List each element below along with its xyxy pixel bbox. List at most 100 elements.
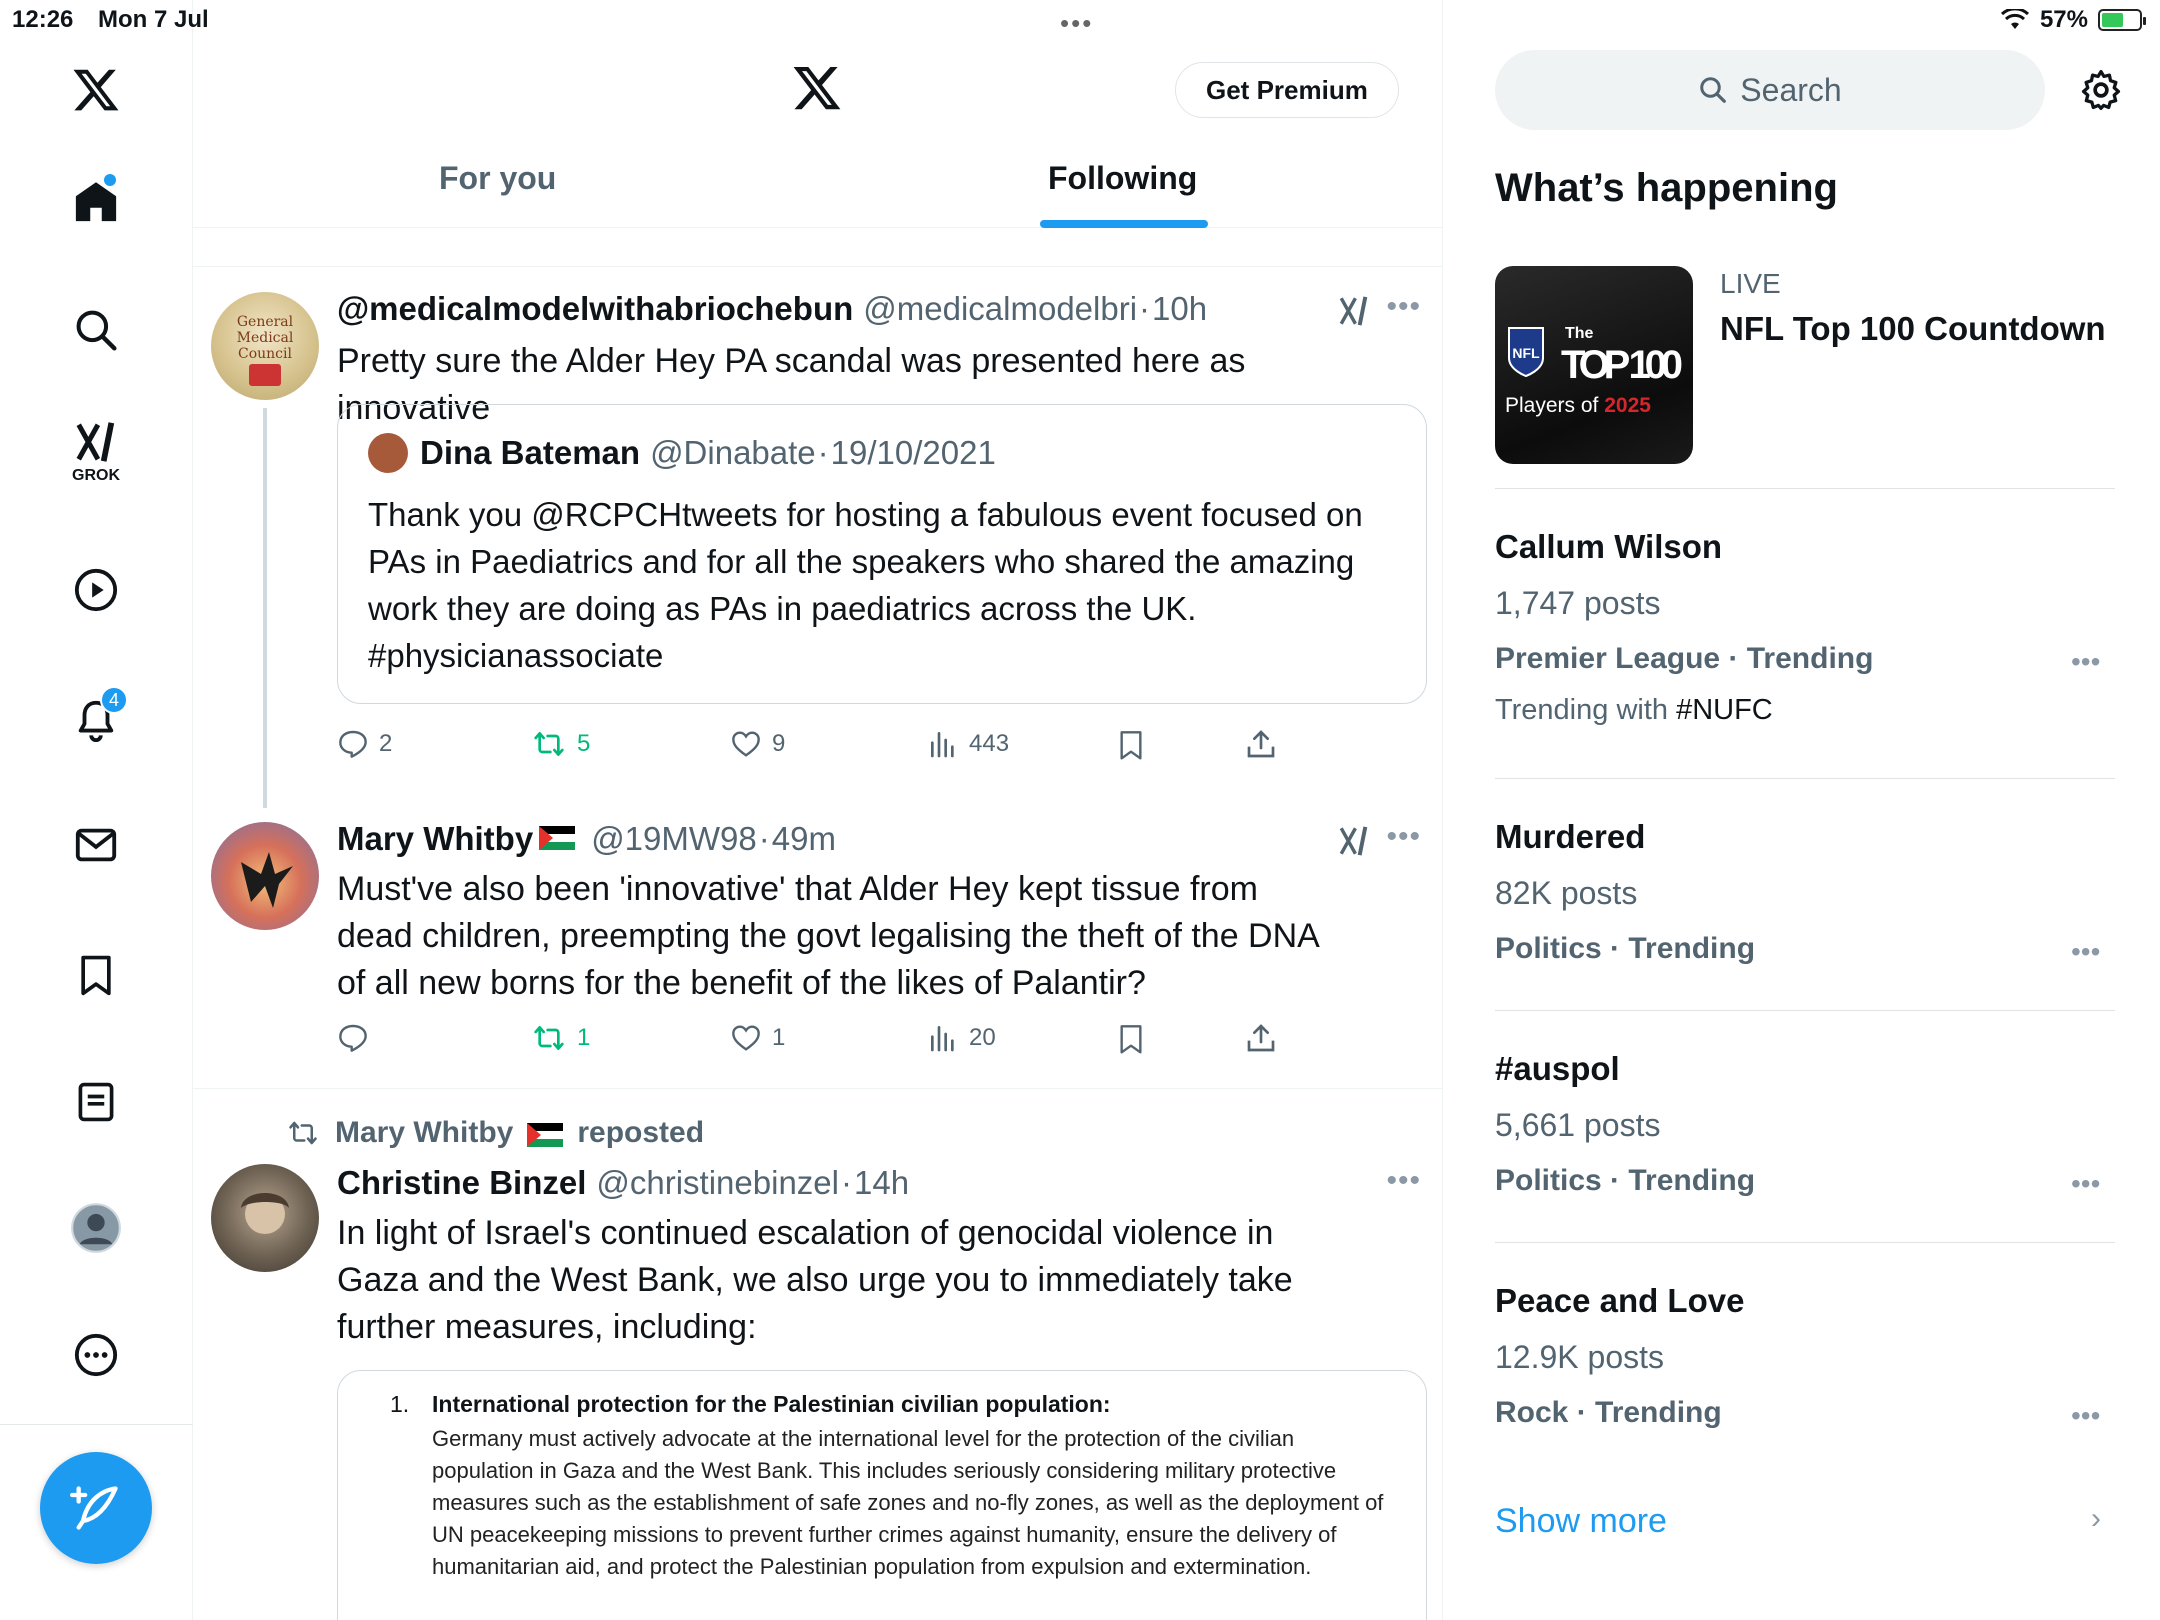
status-time: 12:26 [12, 6, 74, 33]
quote-avatar [368, 433, 408, 473]
bookmark-icon [1120, 1025, 1142, 1054]
trend-with: Trending with #NUFC [1495, 694, 1773, 727]
author-handle[interactable]: @medicalmodelbri [863, 290, 1137, 328]
author-handle[interactable]: @19MW98 [591, 820, 757, 858]
search-icon[interactable] [56, 290, 136, 370]
repost-button[interactable]: 5 [531, 728, 590, 760]
more-icon[interactable] [56, 1315, 136, 1395]
trend-name[interactable]: Callum Wilson [1495, 528, 1722, 566]
status-date: Mon 7 Jul [98, 6, 209, 33]
tweet-more-icon[interactable]: ••• [1386, 820, 1421, 854]
reposter-name: Mary Whitby [335, 1116, 514, 1149]
search-input[interactable]: Search [1495, 50, 2045, 130]
trend-more-icon[interactable]: ••• [2071, 1168, 2100, 1200]
bookmark-icon [1120, 731, 1142, 760]
tweet-time[interactable]: 14h [854, 1164, 909, 1202]
tweet-more-icon[interactable]: ••• [1386, 1164, 1421, 1198]
multitask-dots-icon[interactable]: ••• [1060, 8, 1093, 39]
author-name[interactable]: @medicalmodelwithabriochebun [337, 290, 853, 328]
doc-item-number: 1. [390, 1391, 410, 1417]
attached-document-image[interactable]: 1. International protection for the Pale… [337, 1370, 1427, 1620]
tab-following[interactable]: Following [1048, 160, 1197, 197]
repost-attribution[interactable]: Mary Whitby reposted [285, 1116, 704, 1150]
rail-divider [0, 1424, 193, 1425]
show-more-link[interactable]: Show more [1495, 1502, 1667, 1541]
avatar[interactable] [211, 822, 319, 930]
players-of-text: Players of [1505, 394, 1604, 417]
tweet-separator [193, 266, 1442, 267]
trend-context: Premier League · Trending [1495, 642, 1874, 675]
tweet-header: Christine Binzel @christinebinzel · 14h [337, 1164, 909, 1202]
get-premium-button[interactable]: Get Premium [1175, 62, 1399, 118]
trend-more-icon[interactable]: ••• [2071, 1400, 2100, 1432]
grok-label: GROK [72, 467, 120, 484]
tab-for-you[interactable]: For you [439, 160, 556, 197]
x-logo-icon[interactable] [56, 50, 136, 130]
meta-separator: · [817, 434, 829, 471]
tweet-header: @medicalmodelwithabriochebun @medicalmod… [337, 290, 1207, 328]
bookmarks-icon[interactable] [56, 935, 136, 1015]
share-button[interactable] [1245, 1022, 1277, 1054]
trend-name[interactable]: Peace and Love [1495, 1282, 1744, 1320]
trend-more-icon[interactable]: ••• [2071, 936, 2100, 968]
settings-gear-icon[interactable] [2079, 68, 2123, 117]
trend-with-label: Trending with [1495, 694, 1677, 726]
reply-icon [339, 1024, 367, 1052]
tweet-header: Mary Whitby @19MW98 · 49m [337, 820, 836, 858]
trend-more-icon[interactable]: ••• [2071, 646, 2100, 678]
tweet-time[interactable]: 49m [772, 820, 836, 858]
chevron-right-icon[interactable]: › [2091, 1502, 2101, 1536]
repost-button[interactable]: 1 [531, 1022, 590, 1054]
profile-icon[interactable] [56, 1188, 136, 1268]
tweet-text: Must've also been 'innovative' that Alde… [337, 870, 1318, 1002]
palestine-flag-icon [539, 820, 576, 850]
nfl-top100-thumbnail[interactable]: NFL The TOP 100 Players of 2025 [1495, 266, 1693, 464]
author-handle[interactable]: @christinebinzel [596, 1164, 839, 1202]
svg-text:Medical: Medical [237, 330, 294, 346]
tweet-time[interactable]: 10h [1152, 290, 1207, 328]
trend-with-hashtag[interactable]: #NUFC [1676, 694, 1773, 726]
grok-explain-icon[interactable] [1337, 294, 1371, 333]
quoted-tweet[interactable]: Dina Bateman @Dinabate · 19/10/2021 Than… [337, 404, 1427, 704]
svg-text:Players of 2025: Players of 2025 [1505, 394, 1651, 417]
views-count: 20 [969, 1024, 996, 1051]
repost-icon [534, 1026, 564, 1050]
search-placeholder: Search [1740, 71, 1842, 108]
quote-header: Dina Bateman @Dinabate · 19/10/2021 [368, 433, 996, 473]
quote-author-name: Dina Bateman [420, 434, 641, 471]
notifications-icon[interactable]: 4 [56, 680, 136, 760]
right-sidebar: Search What’s happening NFL The TOP 100 … [1443, 0, 2160, 1620]
reply-button[interactable] [337, 1022, 379, 1054]
main-timeline: Get Premium For you Following General Med… [193, 0, 1443, 1620]
like-button[interactable]: 9 [730, 728, 785, 760]
lists-icon[interactable] [56, 1062, 136, 1142]
views-button[interactable]: 443 [927, 728, 1009, 760]
avatar[interactable]: General Medical Council [211, 292, 319, 400]
grok-icon[interactable]: GROK [56, 412, 136, 492]
x-logo-center-icon[interactable] [791, 62, 843, 119]
avatar[interactable] [211, 1164, 319, 1272]
author-name[interactable]: Mary Whitby [337, 820, 533, 858]
messages-icon[interactable] [56, 805, 136, 885]
share-button[interactable] [1245, 728, 1277, 760]
live-event-title[interactable]: NFL Top 100 Countdown [1720, 310, 2106, 348]
compose-button[interactable] [40, 1452, 152, 1564]
grok-explain-icon[interactable] [1337, 824, 1371, 863]
tweet-separator [193, 1088, 1442, 1089]
players-year-text: 2025 [1604, 394, 1651, 417]
reply-button[interactable]: 2 [337, 728, 392, 760]
tweet-more-icon[interactable]: ••• [1386, 290, 1421, 324]
author-name[interactable]: Christine Binzel [337, 1164, 586, 1202]
bookmark-button[interactable] [1115, 1022, 1147, 1056]
bookmark-button[interactable] [1115, 728, 1147, 762]
views-button[interactable]: 20 [927, 1022, 996, 1054]
trend-context: Rock · Trending [1495, 1396, 1722, 1429]
trend-name[interactable]: Murdered [1495, 818, 1645, 856]
trend-post-count: 12.9K posts [1495, 1339, 1664, 1375]
like-button[interactable]: 1 [730, 1022, 785, 1054]
svg-text:Council: Council [238, 346, 292, 362]
trend-name[interactable]: #auspol [1495, 1050, 1620, 1088]
home-icon[interactable] [56, 162, 136, 242]
repost-icon [534, 732, 564, 756]
video-play-icon[interactable] [56, 550, 136, 630]
